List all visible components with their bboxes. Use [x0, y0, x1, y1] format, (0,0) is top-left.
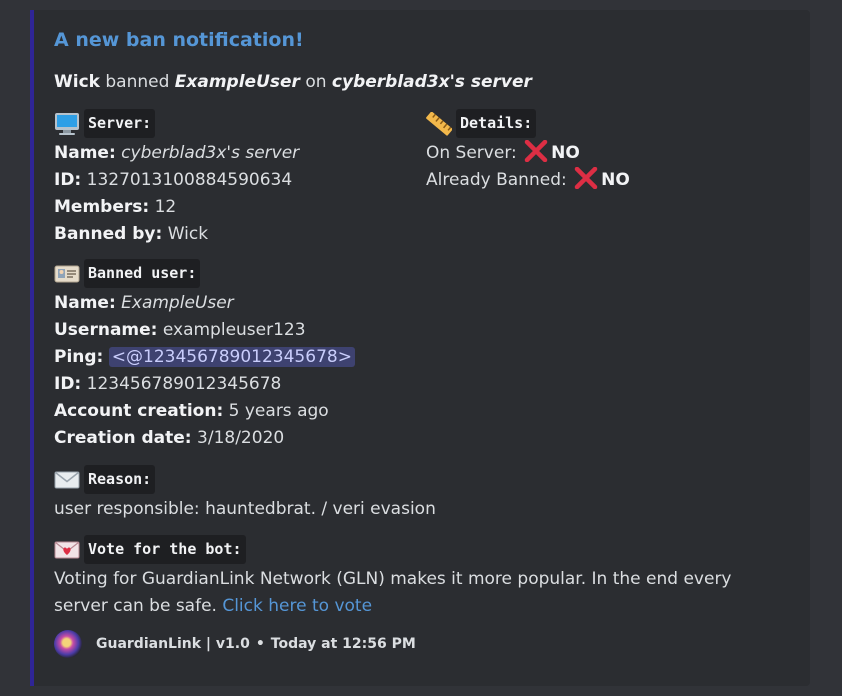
- server-field: Server: Name: cyberblad3x's server ID: 1…: [54, 108, 300, 248]
- reason-text: user responsible: hauntedbrat. / veri ev…: [54, 499, 436, 519]
- vote-field-title: Vote for the bot:: [84, 534, 246, 564]
- server-name-label: Name:: [54, 143, 116, 163]
- creation-date-value: 3/18/2020: [197, 428, 285, 448]
- user-id-label: ID:: [54, 374, 82, 394]
- on-server-label: On Server:: [426, 143, 517, 163]
- vote-text-line-1: Voting for GuardianLink Network (GLN) ma…: [54, 569, 732, 589]
- banned-user-field: Banned user: Name: ExampleUser Username:…: [54, 258, 355, 452]
- username-label: Username:: [54, 320, 158, 340]
- server-id-label: ID:: [54, 170, 82, 190]
- embed-footer: GuardianLink | v1.0 • Today at 12:56 PM: [54, 630, 416, 658]
- user-mention[interactable]: <@123456789012345678>: [108, 347, 355, 367]
- user-name-label: Name:: [54, 293, 116, 313]
- target-name: ExampleUser: [174, 72, 300, 92]
- ban-notification-embed: A new ban notification! Wick banned Exam…: [30, 10, 810, 686]
- embed-title: A new ban notification!: [54, 29, 304, 51]
- banned-by-label: Banned by:: [54, 224, 163, 244]
- action-text: banned: [99, 72, 175, 92]
- account-creation-label: Account creation:: [54, 401, 224, 421]
- already-banned-value: NO: [601, 170, 630, 190]
- vote-text-line-2: server can be safe.: [54, 596, 223, 616]
- creation-date-label: Creation date:: [54, 428, 192, 448]
- banned-user-field-title: Banned user:: [84, 258, 201, 288]
- vote-field: Vote for the bot: Voting for GuardianLin…: [54, 534, 732, 620]
- account-creation-value: 5 years ago: [228, 401, 329, 421]
- already-banned-label: Already Banned:: [426, 170, 567, 190]
- details-field-title: Details:: [456, 108, 537, 138]
- server-name-value: cyberblad3x's server: [121, 143, 300, 163]
- on-text: on: [299, 72, 332, 92]
- envelope-icon: [54, 468, 80, 490]
- user-name-value: ExampleUser: [121, 293, 234, 313]
- footer-separator: •: [255, 636, 265, 652]
- id-card-icon: [54, 262, 80, 284]
- user-id-value: 123456789012345678: [86, 374, 282, 394]
- cross-mark-icon: [524, 139, 548, 163]
- footer-timestamp: Today at 12:56 PM: [270, 636, 416, 652]
- actor-name: Wick: [54, 72, 100, 92]
- server-field-title: Server:: [84, 108, 156, 138]
- computer-icon: [54, 112, 79, 135]
- reason-field-title: Reason:: [84, 464, 156, 494]
- on-server-value: NO: [551, 143, 580, 163]
- reason-field: Reason: user responsible: hauntedbrat. /…: [54, 464, 436, 523]
- cross-mark-icon: [574, 166, 598, 190]
- details-field: Details: On Server: NO Already Banned: N…: [426, 108, 630, 194]
- embed-description: Wick banned ExampleUser on cyberblad3x's…: [54, 72, 532, 92]
- username-value: exampleuser123: [162, 320, 306, 340]
- vote-link[interactable]: Click here to vote: [222, 596, 372, 616]
- server-id-value: 1327013100884590634: [86, 170, 293, 190]
- footer-text: GuardianLink | v1.0: [96, 636, 250, 652]
- banned-by-value: Wick: [167, 224, 209, 244]
- server-members-value: 12: [154, 197, 177, 217]
- bot-avatar-icon: [54, 630, 82, 658]
- ping-label: Ping:: [54, 347, 104, 367]
- server-name: cyberblad3x's server: [331, 72, 532, 92]
- love-letter-icon: [54, 538, 80, 560]
- ruler-icon: [426, 111, 453, 136]
- server-members-label: Members:: [54, 197, 150, 217]
